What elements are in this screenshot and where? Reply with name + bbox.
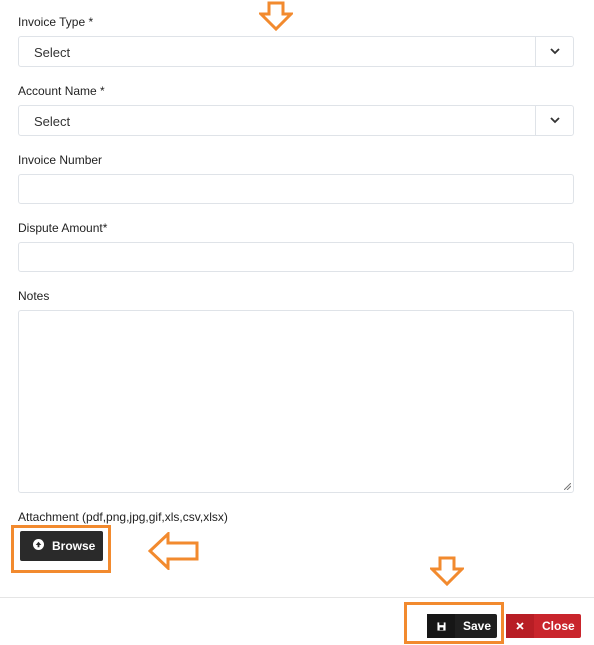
account-name-label: Account Name * xyxy=(18,84,105,98)
footer-divider xyxy=(0,597,594,598)
arrow-icon xyxy=(148,532,199,570)
save-button-label: Save xyxy=(463,619,492,633)
invoice-type-value: Select xyxy=(34,45,71,60)
browse-button-label: Browse xyxy=(52,539,96,553)
invoice-number-label: Invoice Number xyxy=(18,153,103,167)
chevron-down-icon[interactable] xyxy=(535,106,573,135)
account-name-value: Select xyxy=(34,114,71,129)
close-button-label: Close xyxy=(542,619,575,633)
save-button[interactable]: Save xyxy=(427,614,497,638)
invoice-type-select[interactable]: Select xyxy=(18,36,574,67)
dispute-amount-label: Dispute Amount* xyxy=(18,221,108,235)
resize-grip-icon[interactable] xyxy=(564,483,571,490)
close-button[interactable]: Close xyxy=(506,614,581,638)
notes-textarea[interactable] xyxy=(18,310,574,493)
upload-icon xyxy=(33,539,44,553)
browse-button[interactable]: Browse xyxy=(20,531,103,561)
arrow-icon xyxy=(430,556,464,586)
chevron-down-icon[interactable] xyxy=(535,37,573,66)
account-name-select[interactable]: Select xyxy=(18,105,574,136)
notes-label: Notes xyxy=(18,289,50,303)
floppy-disk-icon xyxy=(427,614,455,638)
invoice-number-input[interactable] xyxy=(18,174,574,204)
invoice-type-label: Invoice Type * xyxy=(18,15,94,29)
dispute-amount-input[interactable] xyxy=(18,242,574,272)
arrow-icon xyxy=(259,1,293,31)
close-icon xyxy=(506,614,534,638)
attachment-label: Attachment (pdf,png,jpg,gif,xls,csv,xlsx… xyxy=(18,510,228,524)
